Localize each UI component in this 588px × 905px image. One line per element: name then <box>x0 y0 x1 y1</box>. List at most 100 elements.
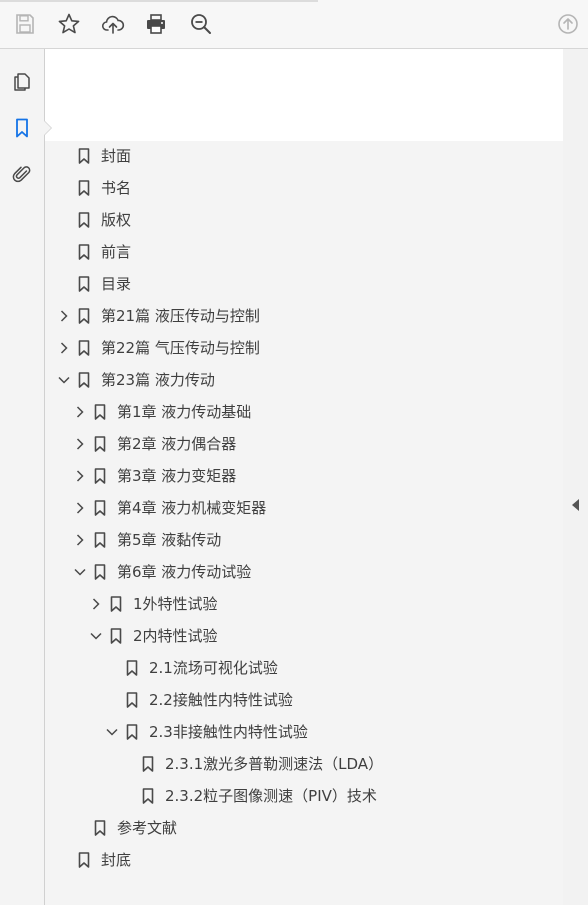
bookmarks-panel: 封面书名版权前言目录第21篇 液压传动与控制 第22篇 气压传动与控制 第23篇 液… <box>44 49 563 905</box>
bookmark-ribbon-icon <box>78 180 90 196</box>
bookmark-ribbon-icon <box>78 212 90 228</box>
bookmark-label: 书名 <box>101 179 132 197</box>
tab-strip-line <box>0 0 318 2</box>
bookmark-label: 参考文献 <box>117 819 178 837</box>
zoom-out-icon <box>191 14 211 34</box>
bookmark-item[interactable]: 封底 <box>45 844 563 876</box>
chevron-down-icon[interactable] <box>105 725 119 739</box>
save-button[interactable] <box>9 8 41 40</box>
chevron-right-icon[interactable] <box>73 501 87 515</box>
chevron-right-icon[interactable] <box>57 341 71 355</box>
bookmark-ribbon-icon <box>78 372 90 388</box>
bookmark-ribbon-icon <box>94 820 106 836</box>
bookmark-ribbon-icon <box>78 148 90 164</box>
chevron-right-icon[interactable] <box>57 309 71 323</box>
bookmark-ribbon-icon <box>78 340 90 356</box>
bookmark-ribbon-icon <box>78 244 90 260</box>
bookmark-ribbon-icon <box>94 500 106 516</box>
bookmark-label: 目录 <box>101 275 132 293</box>
chevron-down-icon[interactable] <box>57 373 71 387</box>
print-icon <box>147 14 165 34</box>
bookmark-label: 封面 <box>101 147 132 165</box>
bookmark-item[interactable]: 2.1流场可视化试验 <box>45 652 563 684</box>
bookmark-item[interactable]: 第4章 液力机械变矩器 <box>45 492 563 524</box>
scroll-up-icon <box>558 14 578 34</box>
bookmark-item[interactable]: 2内特性试验 <box>45 620 563 652</box>
zoom-out-button[interactable] <box>185 8 217 40</box>
bookmark-ribbon-icon <box>78 852 90 868</box>
bookmark-item[interactable]: 第5章 液黏传动 <box>45 524 563 556</box>
bookmark-ribbon-icon <box>142 788 154 804</box>
chevron-right-icon[interactable] <box>73 405 87 419</box>
toolbar <box>0 0 588 49</box>
bookmark-item[interactable]: 目录 <box>45 268 563 300</box>
bookmark-item[interactable]: 版权 <box>45 204 563 236</box>
bookmark-label: 2.1流场可视化试验 <box>149 659 278 677</box>
bookmark-label: 2.3.1激光多普勒测速法（LDA） <box>165 755 384 773</box>
bookmark-ribbon-icon <box>94 436 106 452</box>
bookmark-label: 前言 <box>101 243 132 261</box>
bookmark-ribbon-icon <box>110 596 122 612</box>
bookmark-label: 第1章 液力传动基础 <box>117 403 252 421</box>
bookmark-tree: 封面书名版权前言目录第21篇 液压传动与控制 第22篇 气压传动与控制 第23篇 液… <box>45 140 563 876</box>
bookmark-ribbon-icon <box>94 404 106 420</box>
bookmark-ribbon-icon <box>78 276 90 292</box>
upload-button[interactable] <box>97 8 129 40</box>
bookmark-label: 第6章 液力传动试验 <box>117 563 252 581</box>
bookmark-ribbon-icon <box>126 724 138 740</box>
bookmark-label: 第4章 液力机械变矩器 <box>117 499 267 517</box>
bookmark-label: 1外特性试验 <box>133 595 218 613</box>
bookmark-ribbon-icon <box>94 468 106 484</box>
bookmark-item[interactable]: 2.3非接触性内特性试验 <box>45 716 563 748</box>
panel-header-area <box>45 49 563 141</box>
bookmark-label: 第23篇 液力传动 <box>101 371 215 389</box>
chevron-right-icon[interactable] <box>73 469 87 483</box>
bookmark-item[interactable]: 封面 <box>45 140 563 172</box>
chevron-right-icon[interactable] <box>73 437 87 451</box>
bookmarks-button[interactable] <box>8 114 36 142</box>
bookmark-label: 2.3非接触性内特性试验 <box>149 723 308 741</box>
bookmark-item[interactable]: 2.3.1激光多普勒测速法（LDA） <box>45 748 563 780</box>
bookmark-label: 2内特性试验 <box>133 627 218 645</box>
bookmark-ribbon-icon <box>110 628 122 644</box>
bookmark-label: 2.2接触性内特性试验 <box>149 691 293 709</box>
chevron-right-icon[interactable] <box>89 597 103 611</box>
bookmark-item[interactable]: 第3章 液力变矩器 <box>45 460 563 492</box>
bookmark-item[interactable]: 第6章 液力传动试验 <box>45 556 563 588</box>
bookmark-ribbon-icon <box>142 756 154 772</box>
bookmark-label: 第21篇 液压传动与控制 <box>101 307 260 325</box>
bookmark-item[interactable]: 2.2接触性内特性试验 <box>45 684 563 716</box>
attachment-icon <box>12 166 31 183</box>
right-collapse-bar <box>563 49 588 905</box>
bookmark-item[interactable]: 第21篇 液压传动与控制 <box>45 300 563 332</box>
bookmark-ribbon-icon <box>94 532 106 548</box>
bookmark-label: 第5章 液黏传动 <box>117 531 222 549</box>
bookmark-item[interactable]: 2.3.2粒子图像测速（PIV）技术 <box>45 780 563 812</box>
bookmark-label: 第3章 液力变矩器 <box>117 467 237 485</box>
scroll-up-button[interactable] <box>552 8 584 40</box>
bookmark-ribbon-icon <box>126 692 138 708</box>
bookmark-ribbon-icon <box>78 308 90 324</box>
bookmark-star-button[interactable] <box>53 8 85 40</box>
bookmark-item[interactable]: 书名 <box>45 172 563 204</box>
bookmark-label: 版权 <box>101 211 132 229</box>
bookmark-item[interactable]: 第22篇 气压传动与控制 <box>45 332 563 364</box>
page-thumbnails-button[interactable] <box>8 68 36 96</box>
print-button[interactable] <box>140 8 172 40</box>
attachments-button[interactable] <box>8 160 36 188</box>
bookmark-item[interactable]: 参考文献 <box>45 812 563 844</box>
bookmark-item[interactable]: 1外特性试验 <box>45 588 563 620</box>
bookmark-item[interactable]: 前言 <box>45 236 563 268</box>
upload-cloud-icon <box>101 15 125 34</box>
bookmark-item[interactable]: 第23篇 液力传动 <box>45 364 563 396</box>
collapse-panel-arrow-icon[interactable] <box>572 499 579 511</box>
bookmark-item[interactable]: 第1章 液力传动基础 <box>45 396 563 428</box>
chevron-down-icon[interactable] <box>89 629 103 643</box>
bookmark-item[interactable]: 第2章 液力偶合器 <box>45 428 563 460</box>
bookmark-ribbon-icon <box>94 564 106 580</box>
bookmark-label: 第2章 液力偶合器 <box>117 435 237 453</box>
chevron-down-icon[interactable] <box>73 565 87 579</box>
bookmark-label: 第22篇 气压传动与控制 <box>101 339 260 357</box>
chevron-right-icon[interactable] <box>73 533 87 547</box>
pages-icon <box>14 73 30 91</box>
